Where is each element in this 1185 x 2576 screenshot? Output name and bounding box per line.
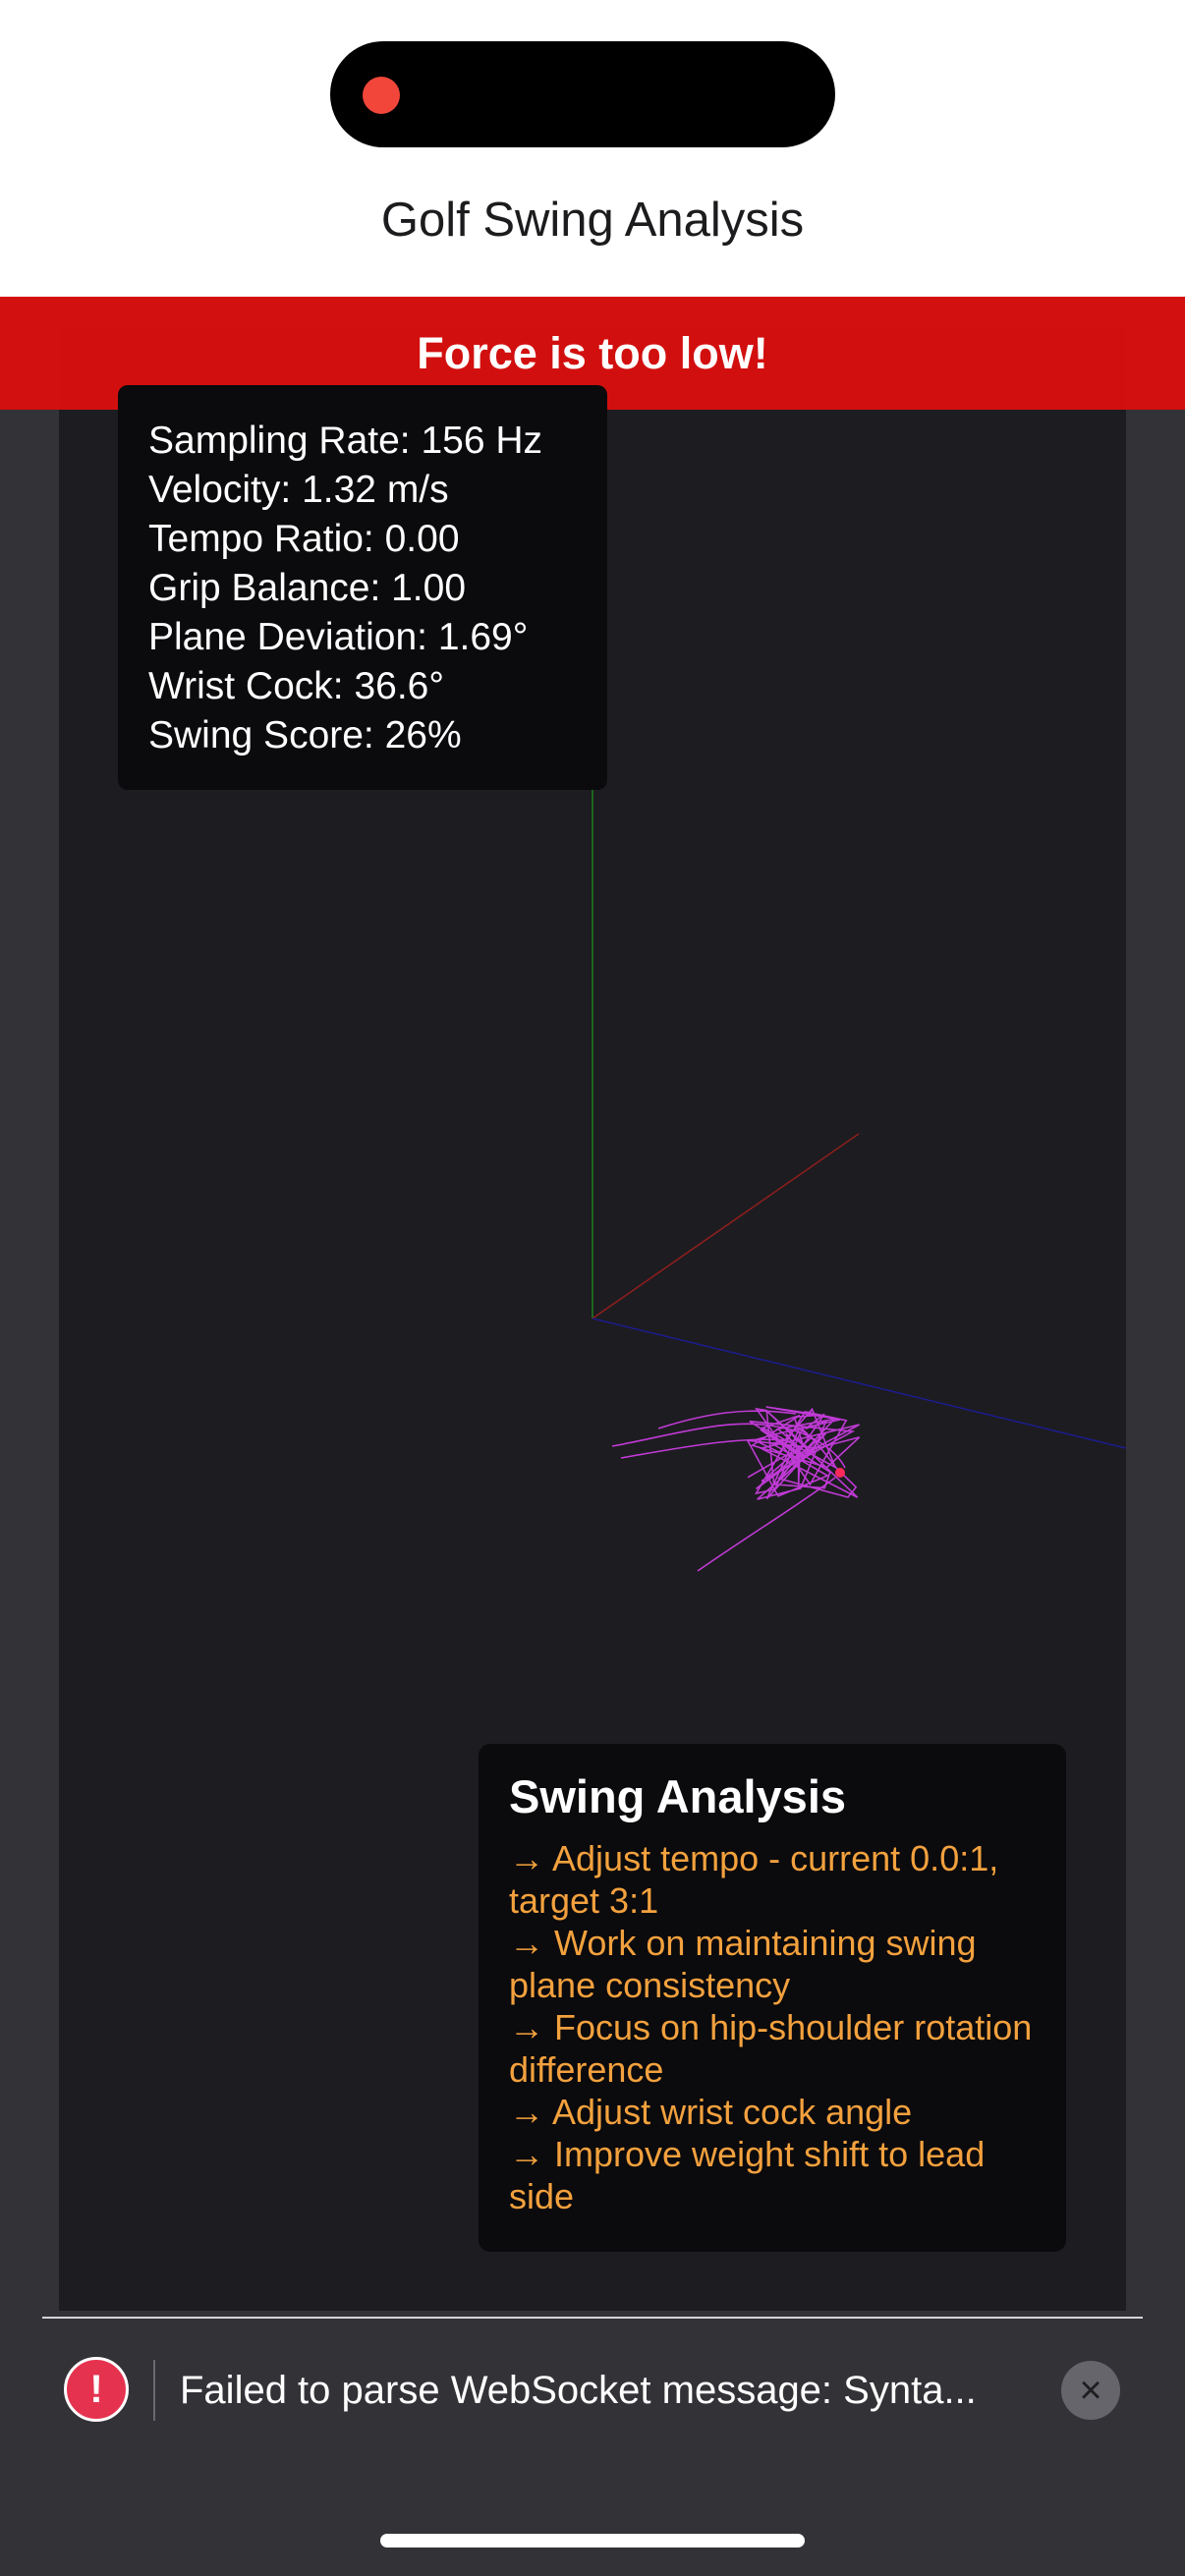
z-axis-line [592,1317,1126,1449]
stat-sampling-rate: Sampling Rate: 156 Hz [148,420,543,462]
analysis-tip: → Work on maintaining swing plane consis… [509,1923,977,2005]
page-title: Golf Swing Analysis [380,194,805,247]
analysis-tip: → Focus on hip-shoulder rotation differe… [509,2007,1033,2090]
recording-indicator-icon [363,77,400,114]
analysis-tip: → Improve weight shift to lead side [509,2134,986,2216]
stat-swing-score: Swing Score: 26% [148,714,462,756]
toast-separator [153,2360,155,2421]
stat-tempo-ratio: Tempo Ratio: 0.00 [148,518,460,560]
dynamic-island [330,41,835,147]
stat-grip-balance: Grip Balance: 1.00 [148,567,467,609]
close-icon[interactable]: × [1061,2361,1120,2420]
stats-panel: Sampling Rate: 156 Hz Velocity: 1.32 m/s… [118,385,607,790]
analysis-tip: → Adjust tempo - current 0.0:1, target 3… [509,1838,999,1921]
swing-trail [611,1406,861,1572]
exclamation-icon: ! [64,2357,129,2422]
analysis-tip: → Adjust wrist cock angle [509,2092,913,2132]
stat-wrist-cock: Wrist Cock: 36.6° [148,665,444,707]
stat-velocity: Velocity: 1.32 m/s [148,469,449,511]
home-indicator[interactable] [380,2534,805,2548]
stat-plane-deviation: Plane Deviation: 1.69° [148,616,529,658]
toast-divider [42,2317,1143,2319]
top-bar: Golf Swing Analysis [0,0,1185,297]
analysis-title: Swing Analysis [509,1770,847,1822]
club-head-marker [835,1468,845,1478]
swing-analysis-panel: Swing Analysis → Adjust tempo - current … [479,1744,1066,2252]
x-axis-line [592,1133,860,1319]
error-message: Failed to parse WebSocket message: Synta… [180,2369,977,2412]
